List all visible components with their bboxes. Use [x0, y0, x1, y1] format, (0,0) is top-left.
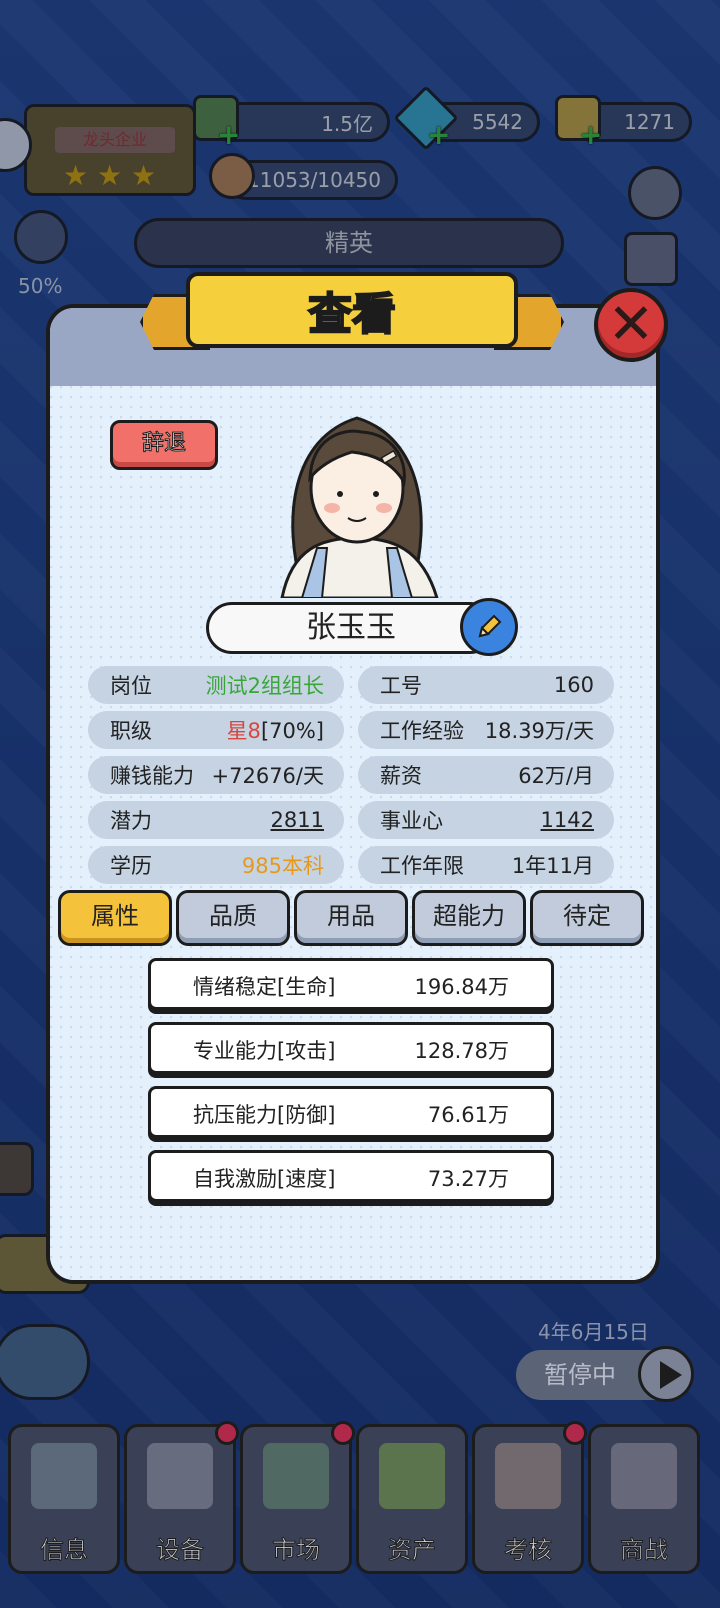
attribute-label: 情绪稳定[生命] [193, 975, 336, 999]
nav-info[interactable]: 信息 [8, 1424, 120, 1574]
game-date: 4年6月15日 [538, 1320, 649, 1344]
grade-star: 星8 [226, 719, 261, 743]
stat-label: 职级 [110, 719, 152, 743]
pause-label: 暂停中 [544, 1361, 616, 1389]
play-icon[interactable] [638, 1346, 694, 1402]
stat-value: +72676/天 [211, 764, 324, 788]
attribute-label: 专业能力[攻击] [193, 1039, 336, 1063]
documents-icon [495, 1443, 561, 1509]
stat-value: 985本科 [241, 854, 324, 878]
stat-label: 赚钱能力 [110, 764, 194, 788]
dialog-title: 查看 [186, 272, 518, 348]
tab-pending[interactable]: 待定 [530, 890, 644, 946]
stat-position: 岗位 测试2组组长 [88, 666, 344, 704]
chess-icon [611, 1443, 677, 1509]
stat-label: 薪资 [380, 764, 422, 788]
nav-label: 设备 [156, 1536, 205, 1565]
close-button[interactable]: ✕ [594, 288, 668, 362]
stat-value[interactable]: 2811 [271, 808, 324, 832]
building-icon [263, 1443, 329, 1509]
stat-label: 潜力 [110, 809, 152, 833]
nav-label: 商战 [620, 1536, 669, 1565]
attribute-row-emotional-stability: 情绪稳定[生命] 196.84万 [148, 958, 554, 1010]
stat-label: 工作年限 [380, 854, 464, 878]
stat-value: 18.39万/天 [484, 719, 594, 743]
grade-percent: [70%] [260, 719, 324, 743]
stat-grade: 职级 星8[70%] [88, 711, 344, 749]
pencil-icon [478, 614, 502, 638]
stat-value: 62万/月 [518, 764, 594, 788]
nav-assessment[interactable]: 考核 [472, 1421, 587, 1574]
nav-label: 资产 [388, 1536, 437, 1565]
stat-value: 1年11月 [511, 854, 594, 878]
stat-value[interactable]: 1142 [541, 808, 594, 832]
attribute-value: 196.84万 [414, 975, 509, 999]
stat-value: 测试2组组长 [205, 674, 324, 698]
employee-name: 张玉玉 [206, 602, 496, 654]
nav-equipment[interactable]: 设备 [124, 1421, 239, 1574]
stat-salary: 薪资 62万/月 [358, 756, 614, 794]
stat-education: 学历 985本科 [88, 846, 344, 884]
tab-superpower[interactable]: 超能力 [412, 890, 526, 946]
stat-value: 160 [553, 673, 594, 697]
attribute-row-stress-resistance: 抗压能力[防御] 76.61万 [148, 1086, 554, 1138]
stat-ambition[interactable]: 事业心 1142 [358, 801, 614, 839]
dismiss-button[interactable]: 辞退 [110, 420, 218, 470]
close-icon: ✕ [607, 292, 655, 357]
nav-market[interactable]: 市场 [240, 1421, 355, 1574]
nav-label: 信息 [40, 1536, 89, 1565]
stat-experience: 工作经验 18.39万/天 [358, 711, 614, 749]
stat-label: 学历 [110, 854, 152, 878]
growth-chart-icon [379, 1443, 445, 1509]
employee-avatar [280, 416, 439, 598]
attribute-label: 自我激励[速度] [193, 1167, 336, 1191]
nav-label: 考核 [504, 1536, 553, 1565]
stat-label: 事业心 [380, 809, 443, 833]
stat-potential[interactable]: 潜力 2811 [88, 801, 344, 839]
monitor-icon [31, 1443, 97, 1509]
title-ribbon: 查看 [140, 272, 564, 356]
notification-dot [563, 1421, 587, 1445]
attribute-label: 抗压能力[防御] [193, 1103, 336, 1127]
notification-dot [215, 1421, 239, 1445]
nav-business-war[interactable]: 商战 [588, 1424, 700, 1574]
stat-years: 工作年限 1年11月 [358, 846, 614, 884]
stat-employee-id: 工号 160 [358, 666, 614, 704]
nav-assets[interactable]: 资产 [356, 1424, 468, 1574]
attribute-value: 76.61万 [427, 1103, 509, 1127]
printer-icon [147, 1443, 213, 1509]
stat-label: 工号 [380, 674, 422, 698]
attribute-row-self-motivation: 自我激励[速度] 73.27万 [148, 1150, 554, 1202]
nav-label: 市场 [272, 1536, 321, 1565]
tab-items[interactable]: 用品 [294, 890, 408, 946]
attribute-value: 128.78万 [414, 1039, 509, 1063]
stat-label: 岗位 [110, 674, 152, 698]
tab-quality[interactable]: 品质 [176, 890, 290, 946]
notification-dot [331, 1421, 355, 1445]
attribute-value: 73.27万 [427, 1167, 509, 1191]
stat-label: 工作经验 [380, 719, 464, 743]
edit-name-button[interactable] [460, 598, 518, 656]
attribute-row-professional-ability: 专业能力[攻击] 128.78万 [148, 1022, 554, 1074]
tab-attributes[interactable]: 属性 [58, 890, 172, 946]
bottom-nav: 信息 设备 市场 资产 考核 商战 [0, 1420, 720, 1608]
stat-earning: 赚钱能力 +72676/天 [88, 756, 344, 794]
